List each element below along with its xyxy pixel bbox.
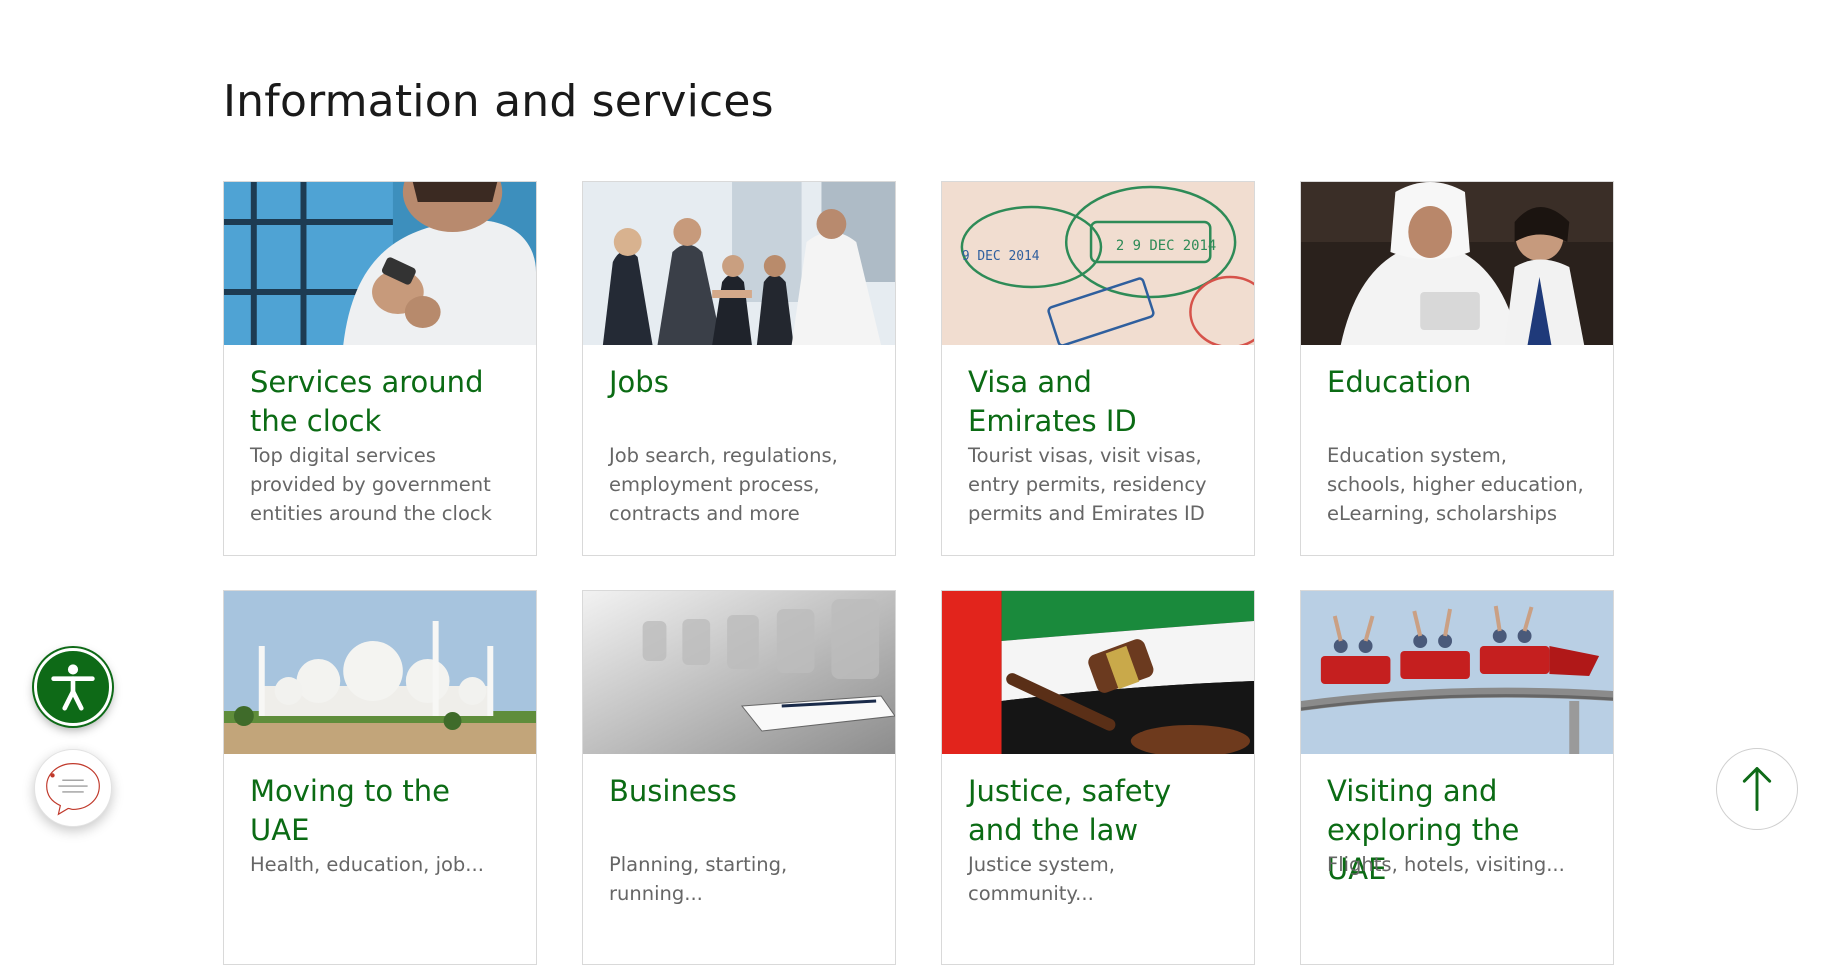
card-image — [1301, 591, 1613, 754]
card-image — [224, 182, 536, 345]
card-description: Top digital services provided by governm… — [250, 444, 492, 525]
card-image — [942, 591, 1254, 754]
card-description: Tourist visas, visit visas, entry permit… — [968, 444, 1207, 525]
card-image — [1301, 182, 1613, 345]
card-description: Health, education, job... — [250, 853, 484, 876]
card-title: Visiting and exploring the UAE — [1327, 774, 1520, 886]
card-description: Flights, hotels, visiting... — [1327, 853, 1565, 876]
card-description: Education system, schools, higher educat… — [1327, 444, 1584, 525]
card-visiting-and-exploring-the-uae[interactable]: Visiting and exploring the UAE Flights, … — [1300, 590, 1614, 965]
card-education[interactable]: Education Education system, schools, hig… — [1300, 181, 1614, 556]
svg-text:9 DEC 2014: 9 DEC 2014 — [962, 249, 1040, 264]
card-title: Jobs — [609, 365, 669, 399]
back-to-top-button[interactable] — [1716, 748, 1798, 830]
card-jobs[interactable]: Jobs Job search, regulations, employment… — [582, 181, 896, 556]
card-image — [583, 591, 895, 754]
card-title: Education — [1327, 365, 1472, 399]
card-business[interactable]: Business Planning, starting, running... — [582, 590, 896, 965]
chat-icon — [46, 763, 100, 816]
card-title: Justice, safety and the law — [968, 774, 1172, 847]
accessibility-icon — [51, 664, 95, 711]
card-image: 2 9 DEC 2014 9 DEC 2014 — [942, 182, 1254, 345]
section-title: Information and services — [223, 76, 774, 127]
card-visa-and-emirates-id[interactable]: 2 9 DEC 2014 9 DEC 2014 Visa and Emirate… — [941, 181, 1255, 556]
card-title: Services around the clock — [250, 365, 484, 438]
card-description: Planning, starting, running... — [609, 853, 788, 905]
chat-button[interactable] — [34, 749, 112, 827]
card-moving-to-the-uae[interactable]: Moving to the UAE Health, education, job… — [223, 590, 537, 965]
card-title: Visa and Emirates ID — [968, 365, 1137, 438]
accessibility-button[interactable] — [34, 648, 112, 726]
card-description: Job search, regulations, employment proc… — [609, 444, 838, 525]
card-image — [583, 182, 895, 345]
card-image — [224, 591, 536, 754]
svg-text:2 9 DEC 2014: 2 9 DEC 2014 — [1116, 238, 1216, 254]
card-title: Moving to the UAE — [250, 774, 450, 847]
card-services-around-the-clock[interactable]: Services around the clock Top digital se… — [223, 181, 537, 556]
card-justice-safety-and-the-law[interactable]: Justice, safety and the law Justice syst… — [941, 590, 1255, 965]
card-title: Business — [609, 774, 737, 808]
card-description: Justice system, community... — [968, 853, 1115, 905]
arrow-up-icon — [1742, 767, 1772, 811]
